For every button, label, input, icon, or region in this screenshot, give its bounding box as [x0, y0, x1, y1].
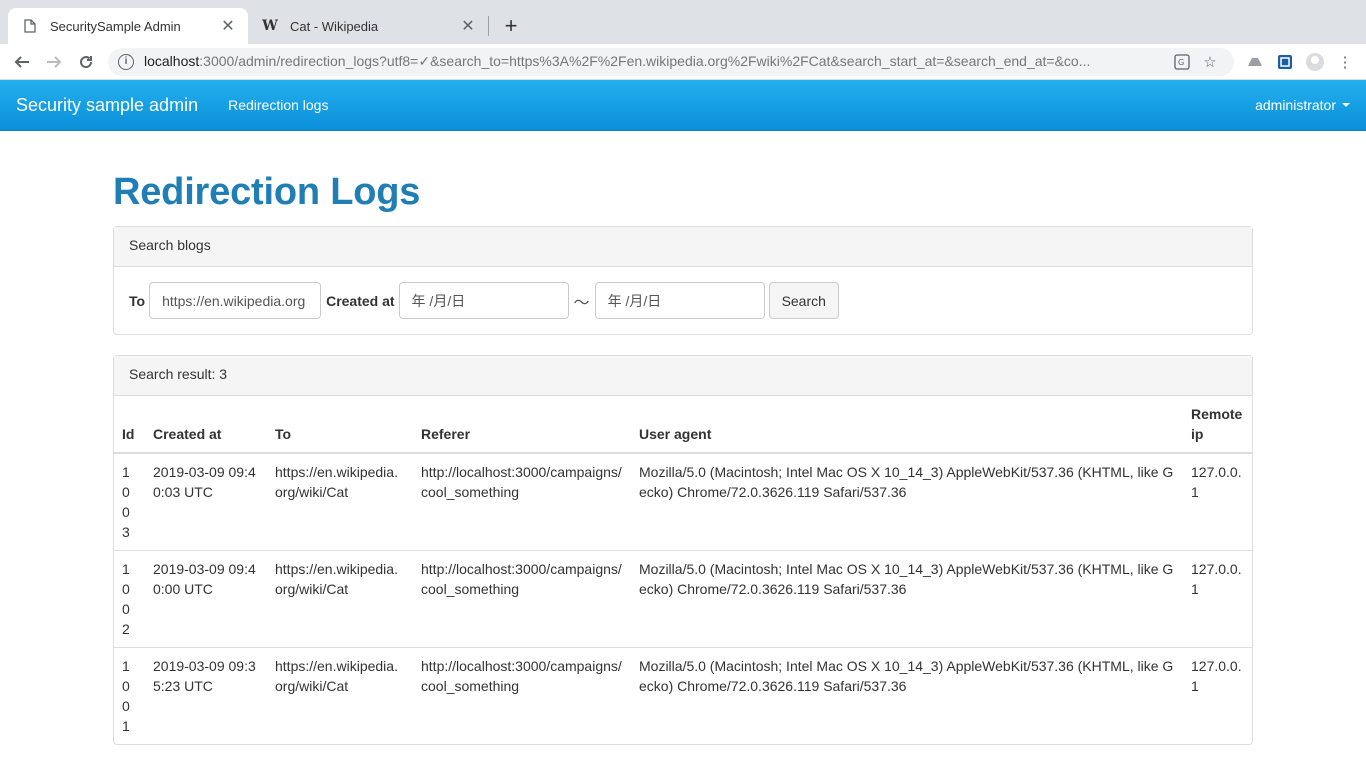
browser-tab[interactable]: W Cat - Wikipedia ✕ [248, 8, 488, 44]
cell-referer: http://localhost:3000/campaigns/cool_som… [413, 550, 631, 648]
browser-toolbar: i localhost:3000/admin/redirection_logs?… [0, 44, 1366, 80]
end-date-input[interactable]: 年 /月/日 [594, 282, 765, 319]
svg-text:G: G [1178, 58, 1184, 67]
cell-id: 1001 [114, 647, 145, 744]
to-label: To [129, 292, 146, 309]
cell-user-agent: Mozilla/5.0 (Macintosh; Intel Mac OS X 1… [639, 464, 1174, 500]
arrow-right-icon [47, 55, 62, 68]
info-icon[interactable]: i [118, 53, 134, 70]
page-title: Redirection Logs [113, 171, 421, 213]
cell-referer: http://localhost:3000/campaigns/cool_som… [413, 647, 631, 744]
cell-user-agent: Mozilla/5.0 (Macintosh; Intel Mac OS X 1… [631, 647, 1183, 744]
nav-link-redirection-logs[interactable]: Redirection logs [228, 97, 328, 113]
column-header-user-agent: User agent [631, 396, 1183, 454]
search-panel-heading: Search blogs [114, 227, 1252, 267]
arrow-left-icon [14, 55, 29, 68]
translate-icon[interactable]: G [1168, 48, 1196, 76]
column-header-id: Id [114, 396, 145, 454]
table-row: 1002 2019-03-09 09:40:00 UTC https://en.… [114, 550, 1252, 648]
range-tilde: 〜 [573, 294, 590, 312]
reload-icon [80, 55, 93, 68]
cell-to: https://en.wikipedia.org/wiki/Cat [267, 647, 413, 744]
cell-created-at: 2019-03-09 09:40:03 UTC [153, 464, 256, 500]
brand-link[interactable]: Security sample admin [16, 95, 198, 116]
extension-icon[interactable] [1270, 47, 1300, 77]
cell-to: https://en.wikipedia.org/wiki/Cat [275, 464, 398, 500]
wikipedia-icon: W [262, 18, 278, 34]
search-panel: Search blogs To https://en.wikipedia.org… [113, 226, 1253, 335]
cell-remote-ip: 127.0.0.1 [1191, 464, 1242, 500]
menu-dots-icon[interactable]: ⋮ [1330, 47, 1360, 77]
document-icon [22, 18, 38, 34]
close-icon[interactable]: ✕ [220, 18, 236, 35]
browser-tab-bar: SecuritySample Admin ✕ W Cat - Wikipedia… [0, 0, 1366, 44]
results-heading: Search result: 3 [114, 356, 1252, 396]
profile-avatar-icon[interactable] [1300, 47, 1330, 77]
to-input[interactable]: https://en.wikipedia.org [149, 282, 322, 319]
drive-icon[interactable] [1240, 47, 1270, 77]
address-bar[interactable]: i localhost:3000/admin/redirection_logs?… [108, 47, 1234, 76]
close-icon[interactable]: ✕ [460, 18, 476, 35]
results-panel: Search result: 3 Id Created at To Refere… [113, 355, 1253, 745]
url-text: localhost:3000/admin/redirection_logs?ut… [144, 53, 1091, 69]
table-header-row: Id Created at To Referer User agent Remo… [114, 396, 1252, 454]
cell-created-at: 2019-03-09 09:35:23 UTC [145, 647, 267, 744]
tab-title: Cat - Wikipedia [290, 18, 379, 34]
browser-tab-active[interactable]: SecuritySample Admin ✕ [8, 8, 248, 44]
table-row: 1003 2019-03-09 09:40:03 UTC https://en.… [114, 453, 1252, 551]
table-row: 1001 2019-03-09 09:35:23 UTC https://en.… [114, 647, 1252, 744]
cell-remote-ip: 127.0.0.1 [1183, 647, 1252, 744]
tab-separator [488, 16, 489, 36]
column-header-referer: Referer [413, 396, 631, 454]
column-header-remote-ip: Remote ip [1183, 396, 1252, 454]
cell-id: 1003 [122, 464, 130, 540]
column-header-created-at: Created at [145, 396, 267, 454]
cell-user-agent: Mozilla/5.0 (Macintosh; Intel Mac OS X 1… [631, 550, 1183, 648]
cell-remote-ip: 127.0.0.1 [1183, 550, 1252, 648]
start-date-input[interactable]: 年 /月/日 [398, 282, 569, 319]
cell-to: https://en.wikipedia.org/wiki/Cat [267, 550, 413, 648]
cell-created-at: 2019-03-09 09:40:00 UTC [145, 550, 267, 648]
results-table: Id Created at To Referer User agent Remo… [114, 396, 1252, 744]
created-at-label: Created at [326, 292, 395, 309]
user-menu-dropdown[interactable]: administrator [1255, 97, 1350, 113]
search-button[interactable]: Search [768, 282, 839, 319]
new-tab-button[interactable]: + [497, 12, 525, 40]
search-form: To https://en.wikipedia.org Created at 年… [114, 267, 1252, 334]
reload-button[interactable] [70, 46, 102, 78]
main-content: Redirection Logs Search blogs To https:/… [113, 131, 1253, 745]
cell-id: 1002 [114, 550, 145, 648]
back-button[interactable] [6, 46, 38, 78]
column-header-to: To [267, 396, 413, 454]
star-icon[interactable]: ☆ [1196, 48, 1224, 76]
forward-button[interactable] [38, 46, 70, 78]
cell-referer: http://localhost:3000/campaigns/cool_som… [421, 464, 622, 500]
app-navbar: Security sample admin Redirection logs a… [0, 80, 1366, 131]
caret-down-icon [1342, 103, 1350, 107]
tab-title: SecuritySample Admin [50, 18, 181, 34]
user-name: administrator [1255, 97, 1336, 113]
